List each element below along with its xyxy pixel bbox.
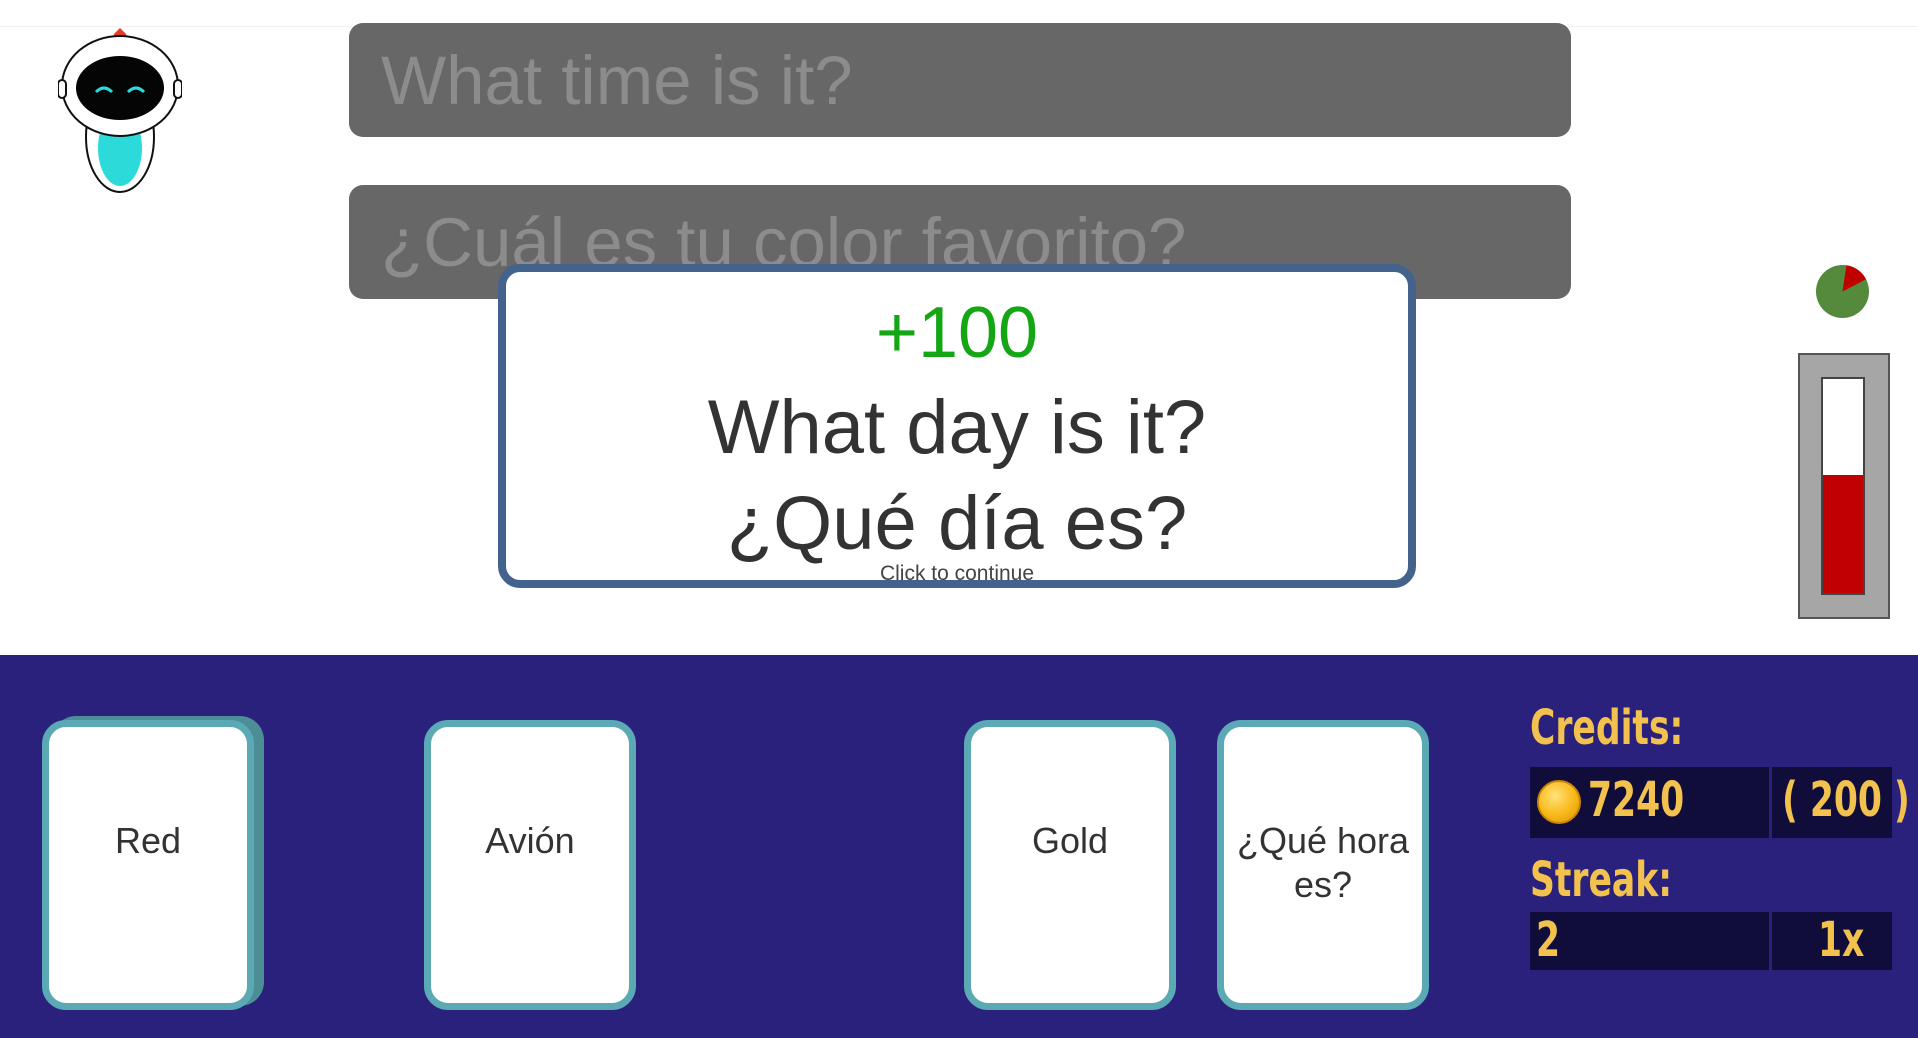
credits-label: Credits: bbox=[1530, 700, 1684, 756]
card-label: Avión bbox=[485, 820, 575, 861]
streak-value: 2 bbox=[1536, 912, 1561, 968]
meter-fill bbox=[1823, 475, 1863, 593]
card-label: Red bbox=[114, 820, 182, 861]
robot-mascot-icon bbox=[58, 28, 182, 193]
answer-card-que-hora[interactable]: ¿Qué hora es? bbox=[1217, 720, 1429, 1010]
phrase-english: What day is it? bbox=[707, 385, 1207, 470]
prompt-text-first: What time is it? bbox=[381, 42, 853, 119]
credits-value: 7240 bbox=[1588, 772, 1685, 828]
result-popup[interactable]: +100 What day is it? ¿Qué día es? Click … bbox=[498, 264, 1416, 588]
coin-icon bbox=[1537, 780, 1581, 824]
card-label: Gold bbox=[1031, 820, 1109, 861]
streak-label: Streak: bbox=[1530, 852, 1673, 908]
points-earned: +100 bbox=[875, 293, 1039, 373]
timer-pie-icon bbox=[1815, 264, 1870, 319]
progress-meter bbox=[1798, 353, 1890, 619]
answer-card-gold[interactable]: Gold bbox=[964, 720, 1176, 1010]
answer-card-red[interactable]: Red bbox=[42, 720, 254, 1010]
card-label: ¿Qué hora es? bbox=[1236, 820, 1410, 905]
continue-hint[interactable]: Click to continue bbox=[506, 562, 1408, 586]
credits-bonus: ( 200 ) bbox=[1782, 772, 1910, 828]
streak-multiplier: 1x bbox=[1818, 912, 1865, 968]
prompt-bar-first: What time is it? bbox=[349, 23, 1571, 137]
meter-tube bbox=[1821, 377, 1865, 595]
streak-box bbox=[1530, 912, 1769, 970]
answer-card-avion[interactable]: Avión bbox=[424, 720, 636, 1010]
phrase-spanish: ¿Qué día es? bbox=[726, 481, 1188, 566]
